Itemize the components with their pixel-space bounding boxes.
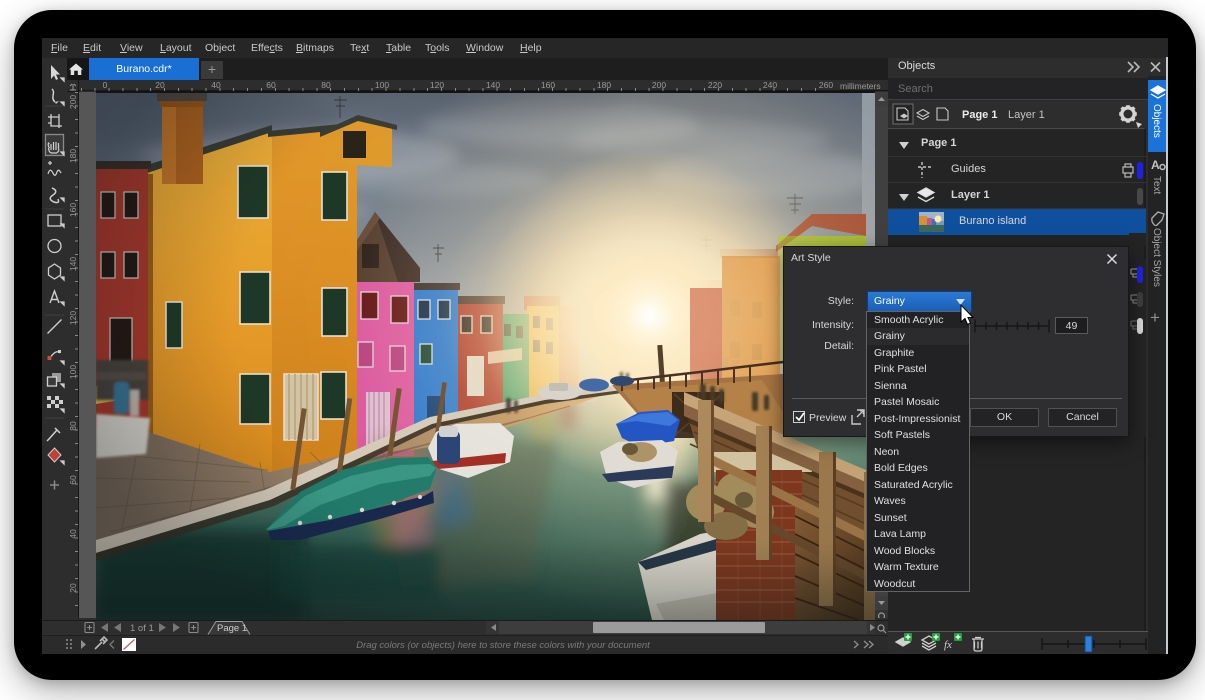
svg-text:Drag colors (or objects) here: Drag colors (or objects) here to store t… (356, 640, 650, 651)
svg-text:Page 1: Page 1 (217, 623, 247, 634)
svg-text:fx: fx (944, 639, 952, 651)
svg-text:1 of 1: 1 of 1 (130, 623, 154, 634)
svg-text:Layer 1: Layer 1 (1008, 109, 1045, 121)
svg-text:A: A (1151, 158, 1160, 172)
svg-text:Page 1: Page 1 (962, 109, 997, 121)
